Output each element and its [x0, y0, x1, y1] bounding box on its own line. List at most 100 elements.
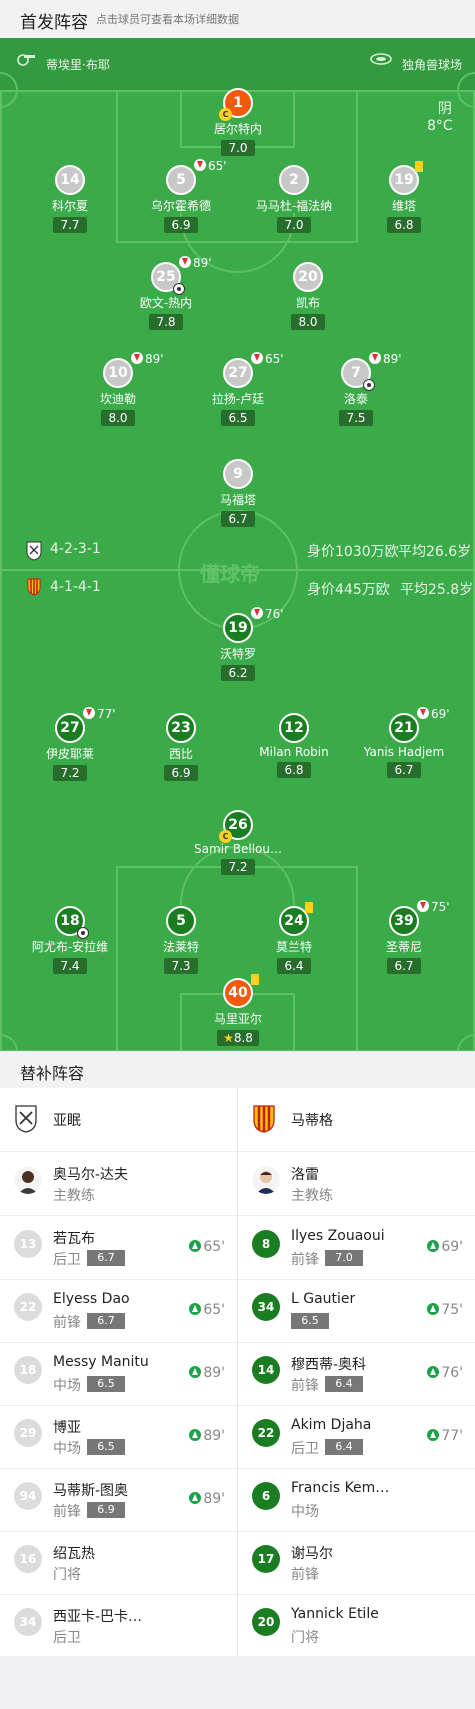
sub-player-position: 前锋	[53, 1315, 81, 1331]
sub-on-indicator: 75'	[427, 1302, 463, 1318]
sub-player-row[interactable]: 22 Elyess Dao 前锋 6.7 65'	[0, 1279, 237, 1342]
player-away-24[interactable]: 24 莫兰特 6.4	[239, 902, 349, 974]
sub-player-row[interactable]: 6 Francis Kem… 中场	[238, 1468, 475, 1531]
player-away-39[interactable]: 39 75' 圣蒂尼 6.7	[349, 900, 459, 974]
player-rating: 6.8	[277, 762, 311, 778]
player-rating: 8.0	[291, 314, 325, 330]
sub-player-rating: 6.4	[325, 1439, 363, 1455]
sub-player-row[interactable]: 94 马蒂斯-图奥 前锋 6.9 89'	[0, 1468, 237, 1531]
sub-player-row[interactable]: 34 西亚卡-巴卡… 后卫	[0, 1594, 237, 1657]
sub-on-indicator: 89'	[189, 1428, 225, 1444]
sub-player-rating: 6.9	[87, 1502, 125, 1518]
sub-player-rating: 7.0	[325, 1250, 363, 1266]
sub-player-position: 中场	[53, 1441, 81, 1457]
lineup-title: 首发阵容	[20, 13, 88, 33]
sub-player-row[interactable]: 16 绍瓦热 门将	[0, 1531, 237, 1594]
whistle-icon	[17, 54, 35, 66]
sub-player-position: 中场	[291, 1504, 319, 1520]
sub-off-icon	[369, 352, 381, 364]
player-home-2[interactable]: 2 马马杜-福法纳 7.0	[239, 165, 349, 233]
player-away-26[interactable]: 26 C Samir Bellou… 7.2	[183, 810, 293, 875]
goal-icon	[77, 927, 89, 939]
sub-player-row[interactable]: 34 L Gautier 6.5 75'	[238, 1279, 475, 1342]
player-name: 莫兰特	[275, 940, 312, 954]
sub-on-indicator: 77'	[427, 1428, 463, 1444]
away-coach-row[interactable]: 洛雷 主教练	[238, 1152, 475, 1215]
sub-player-row[interactable]: 17 谢马尔 前锋	[238, 1531, 475, 1594]
player-name: Milan Robin	[259, 745, 329, 759]
sub-on-minute: 65'	[203, 1302, 225, 1318]
player-home-20[interactable]: 20 凯布 8.0	[253, 262, 363, 330]
captain-icon: C	[219, 108, 232, 121]
sub-on-minute: 65'	[203, 1239, 225, 1255]
player-number: 20	[293, 262, 323, 292]
sub-off-indicator: 69'	[417, 707, 450, 721]
player-name: 伊皮耶莱	[45, 747, 94, 761]
away-team-header[interactable]: 马蒂格	[238, 1088, 475, 1152]
lineup-header: 首发阵容 点击球员可查看本场详细数据	[0, 0, 475, 38]
player-away-12[interactable]: 12 Milan Robin 6.8	[239, 713, 349, 778]
player-away-5[interactable]: 5 法莱特 7.3	[126, 906, 236, 974]
sub-player-rating: 6.5	[87, 1439, 125, 1455]
player-home-9[interactable]: 9 马福塔 6.7	[183, 459, 293, 527]
sub-on-indicator: 65'	[189, 1302, 225, 1318]
player-rating: 6.5	[221, 410, 255, 426]
sub-player-position: 后卫	[53, 1252, 81, 1268]
player-rating: 6.9	[164, 765, 198, 781]
home-coach-row[interactable]: 奥马尔-达夫 主教练	[0, 1152, 237, 1215]
player-number: 7	[341, 358, 375, 391]
player-home-27[interactable]: 27 65' 拉扬-卢廷 6.5	[183, 352, 293, 426]
sub-off-icon	[251, 607, 263, 619]
sub-player-name: 绍瓦热	[53, 1546, 95, 1562]
player-away-19[interactable]: 19 76' 沃特罗 6.2	[183, 607, 293, 681]
stadium-name: 独角兽球场	[402, 58, 463, 72]
player-number: 40	[223, 978, 253, 1008]
player-home-10[interactable]: 10 89' 坎迪勒 8.0	[63, 352, 173, 426]
sub-player-name: L Gautier	[291, 1291, 356, 1307]
sub-player-position: 前锋	[53, 1504, 81, 1520]
player-away-18[interactable]: 18 阿尤布-安拉维 7.4	[15, 906, 125, 974]
home-avg-age: 平均26.6岁	[398, 544, 472, 560]
player-away-21[interactable]: 21 69' Yanis Hadjem 6.7	[349, 707, 459, 778]
sub-player-row[interactable]: 14 穆西蒂-奥科 前锋 6.4 76'	[238, 1342, 475, 1405]
player-away-gk[interactable]: 40 马里亚尔 ★8.8	[183, 974, 293, 1046]
sub-player-position: 前锋	[291, 1567, 319, 1583]
player-home-gk[interactable]: 1C 居尔特内 7.0	[183, 88, 293, 156]
sub-on-icon	[189, 1492, 202, 1504]
sub-player-row[interactable]: 13 若瓦布 后卫 6.7 65'	[0, 1216, 237, 1279]
sub-player-row[interactable]: 8 Ilyes Zouaoui 前锋 7.0 69'	[238, 1216, 475, 1279]
player-home-5[interactable]: 5 65' 乌尔霍希德 6.9	[126, 159, 236, 233]
sub-player-row[interactable]: 22 Akim Djaha 后卫 6.4 77'	[238, 1405, 475, 1468]
sub-off-indicator: 89'	[131, 352, 164, 366]
player-home-19[interactable]: 19 维塔 6.8	[349, 161, 459, 233]
sub-off-icon	[194, 159, 206, 171]
player-home-14[interactable]: 14 科尔夏 7.7	[15, 165, 125, 233]
sub-on-minute: 89'	[203, 1365, 225, 1381]
sub-player-row[interactable]: 20 Yannick Etile 门将	[238, 1594, 475, 1657]
sub-off-indicator: 89'	[179, 256, 212, 270]
sub-player-name: Messy Manitu	[53, 1354, 149, 1370]
sub-player-position: 后卫	[291, 1441, 319, 1457]
player-home-25[interactable]: 25 89' 欧文-热内 7.8	[111, 256, 221, 330]
player-number: 12	[279, 713, 309, 743]
player-name: 洛泰	[343, 392, 368, 406]
sub-on-icon	[427, 1429, 440, 1441]
sub-player-name: 若瓦布	[53, 1231, 95, 1247]
temperature: 8°C	[427, 118, 453, 134]
player-rating: 6.8	[387, 217, 421, 233]
sub-on-indicator: 69'	[427, 1239, 463, 1255]
sub-player-name: Elyess Dao	[53, 1291, 130, 1307]
player-home-7[interactable]: 7 89' 洛泰 7.5	[301, 352, 411, 426]
sub-player-row[interactable]: 29 博亚 中场 6.5 89'	[0, 1405, 237, 1468]
player-number: 21	[389, 713, 419, 743]
sub-on-indicator: 89'	[189, 1491, 225, 1507]
home-team-badge-icon	[26, 541, 42, 561]
home-team-header[interactable]: 亚眠	[0, 1088, 237, 1152]
sub-on-minute: 77'	[441, 1428, 463, 1444]
player-away-27[interactable]: 27 77' 伊皮耶莱 7.2	[15, 707, 125, 781]
sub-off-indicator: 75'	[417, 900, 450, 914]
player-number: 39	[389, 906, 419, 936]
player-away-23[interactable]: 23 西比 6.9	[126, 713, 236, 781]
sub-player-row[interactable]: 18 Messy Manitu 中场 6.5 89'	[0, 1342, 237, 1405]
yellow-card-icon	[415, 161, 423, 172]
